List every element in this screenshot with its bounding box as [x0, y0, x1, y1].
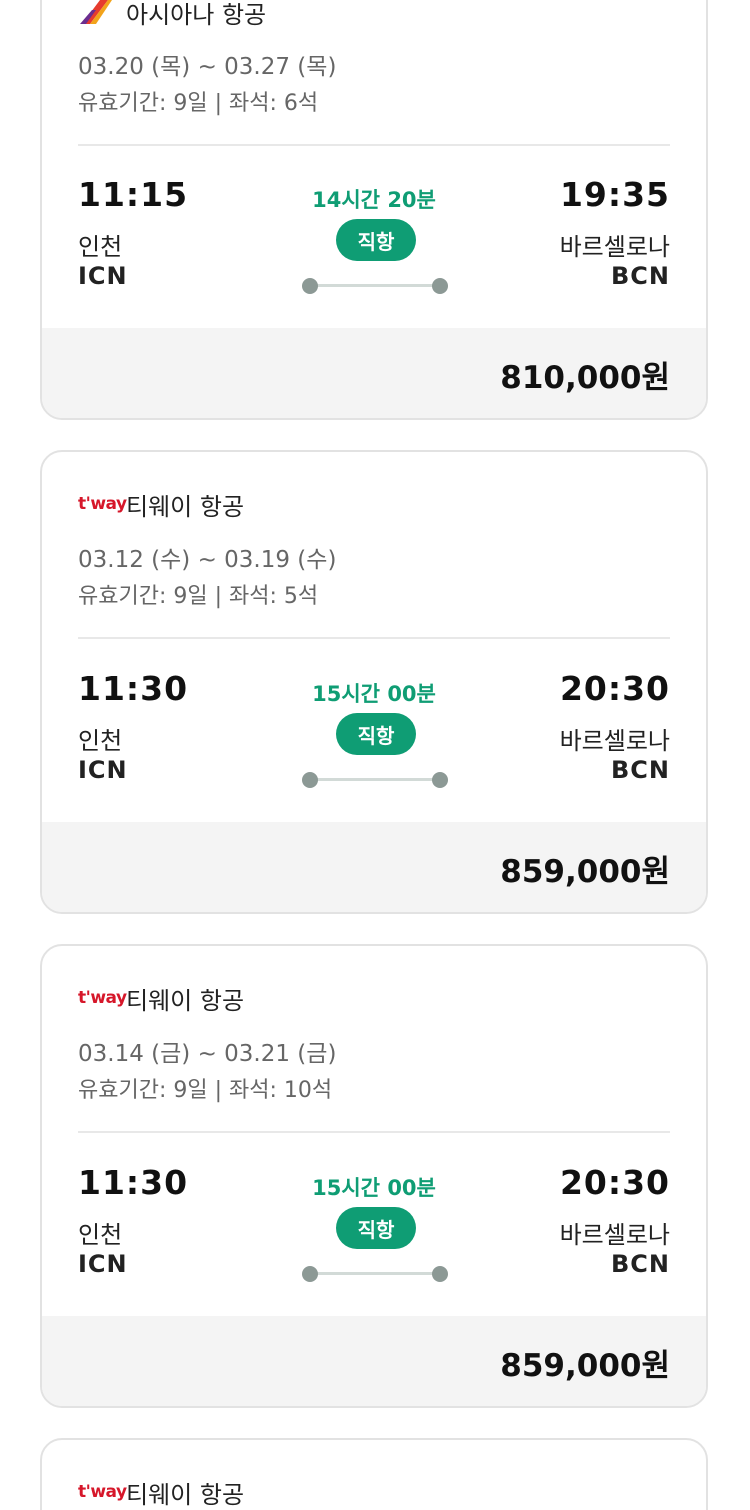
price-bar: 810,000원 — [42, 328, 706, 418]
divider — [78, 1131, 670, 1133]
airline-name: 티웨이 항공 — [126, 986, 245, 1015]
validity-seats: 유효기간: 9일 | 좌석: 6석 — [78, 91, 319, 116]
arrival-city: 바르셀로나 — [559, 1221, 670, 1249]
travel-dates: 03.14 (금) ~ 03.21 (금) — [78, 1041, 337, 1067]
departure-city: 인천 — [78, 1221, 123, 1249]
direct-flight-badge: 직항 — [336, 713, 416, 755]
destination-dot-icon — [432, 772, 448, 788]
flight-results-list: 아시아나 항공 03.20 (목) ~ 03.27 (목) 유효기간: 9일 |… — [0, 0, 750, 1510]
departure-city: 인천 — [78, 727, 123, 755]
arrival-code: BCN — [611, 756, 670, 784]
arrival-city: 바르셀로나 — [559, 233, 670, 261]
flight-card[interactable]: t'way 티웨이 항공 — [40, 1438, 708, 1510]
price-bar: 859,000원 — [42, 822, 706, 912]
airline-row: t'way 티웨이 항공 — [78, 980, 244, 1016]
flight-card[interactable]: t'way 티웨이 항공 03.12 (수) ~ 03.19 (수) 유효기간:… — [40, 450, 708, 914]
origin-dot-icon — [302, 1266, 318, 1282]
arrival-code: BCN — [611, 1250, 670, 1278]
divider — [78, 144, 670, 146]
arrival-time: 20:30 — [559, 1163, 670, 1202]
direct-flight-badge: 직항 — [336, 219, 416, 261]
price: 859,000원 — [500, 853, 670, 890]
asiana-logo-icon — [78, 0, 116, 26]
airline-row: 아시아나 항공 — [78, 0, 266, 30]
departure-code: ICN — [78, 262, 128, 290]
tway-logo-icon: t'way — [78, 988, 127, 1008]
flight-card[interactable]: t'way 티웨이 항공 03.14 (금) ~ 03.21 (금) 유효기간:… — [40, 944, 708, 1408]
price: 859,000원 — [500, 1347, 670, 1384]
origin-dot-icon — [302, 772, 318, 788]
validity-seats: 유효기간: 9일 | 좌석: 10석 — [78, 1078, 333, 1103]
tway-logo-icon: t'way — [78, 494, 127, 514]
arrival-city: 바르셀로나 — [559, 727, 670, 755]
departure-code: ICN — [78, 756, 128, 784]
airline-row: t'way 티웨이 항공 — [78, 486, 244, 522]
travel-dates: 03.20 (목) ~ 03.27 (목) — [78, 54, 337, 80]
tway-logo-icon: t'way — [78, 1482, 127, 1502]
price: 810,000원 — [500, 359, 670, 396]
arrival-time: 19:35 — [559, 175, 670, 214]
price-bar: 859,000원 — [42, 1316, 706, 1406]
route-line — [310, 284, 440, 287]
route-line — [310, 1272, 440, 1275]
arrival-time: 20:30 — [559, 669, 670, 708]
route-line — [310, 778, 440, 781]
departure-city: 인천 — [78, 233, 123, 261]
origin-dot-icon — [302, 278, 318, 294]
airline-name: 티웨이 항공 — [126, 1480, 245, 1509]
departure-code: ICN — [78, 1250, 128, 1278]
airline-name: 아시아나 항공 — [126, 0, 267, 29]
destination-dot-icon — [432, 1266, 448, 1282]
destination-dot-icon — [432, 278, 448, 294]
direct-flight-badge: 직항 — [336, 1207, 416, 1249]
airline-name: 티웨이 항공 — [126, 492, 245, 521]
airline-row: t'way 티웨이 항공 — [78, 1474, 244, 1510]
validity-seats: 유효기간: 9일 | 좌석: 5석 — [78, 584, 319, 609]
divider — [78, 637, 670, 639]
flight-card[interactable]: 아시아나 항공 03.20 (목) ~ 03.27 (목) 유효기간: 9일 |… — [40, 0, 708, 420]
arrival-code: BCN — [611, 262, 670, 290]
travel-dates: 03.12 (수) ~ 03.19 (수) — [78, 547, 337, 573]
